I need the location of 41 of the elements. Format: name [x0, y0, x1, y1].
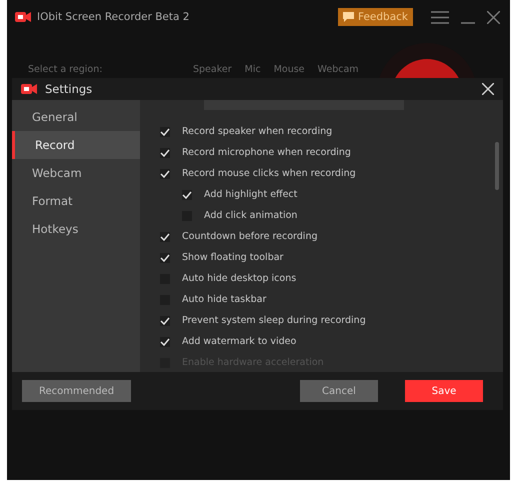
option-label: Add watermark to video [182, 336, 296, 347]
camera-icon [21, 83, 37, 95]
sidebar-item[interactable]: General [9, 103, 140, 131]
option-label: Countdown before recording [182, 231, 318, 242]
option-label: Record mouse clicks when recording [182, 168, 356, 179]
dialog-button[interactable]: Recommended [22, 380, 131, 402]
path-field[interactable] [204, 100, 404, 110]
checkbox[interactable] [160, 148, 170, 158]
scrollbar[interactable] [495, 142, 499, 190]
option-label: Prevent system sleep during recording [182, 315, 366, 326]
checkbox[interactable] [160, 252, 170, 262]
checkbox[interactable] [160, 232, 170, 242]
source-label: Webcam [318, 64, 359, 75]
option-label: Add click animation [204, 210, 298, 221]
menu-icon[interactable] [431, 10, 449, 24]
option-label: Show floating toolbar [182, 252, 284, 263]
sidebar-item[interactable]: Hotkeys [9, 215, 140, 243]
option-label: Record speaker when recording [182, 126, 332, 137]
sidebar-item[interactable]: Record [12, 131, 140, 159]
checkbox[interactable] [160, 316, 170, 326]
checkbox[interactable] [160, 126, 170, 136]
camera-icon [15, 11, 31, 23]
source-label: Mouse [274, 64, 305, 75]
checkbox[interactable] [160, 336, 170, 346]
checkbox[interactable] [182, 190, 192, 200]
app-title: IObit Screen Recorder Beta 2 [37, 11, 190, 23]
chat-icon [342, 12, 354, 22]
checkbox[interactable] [160, 168, 170, 178]
source-label: Speaker [193, 64, 232, 75]
sidebar-item[interactable]: Format [9, 187, 140, 215]
option-label: Add highlight effect [204, 189, 298, 200]
close-icon[interactable] [482, 83, 494, 95]
option-label: Record microphone when recording [182, 147, 351, 158]
dialog-title: Settings [45, 82, 94, 96]
option-label: Auto hide desktop icons [182, 273, 296, 284]
dialog-button[interactable]: Cancel [300, 380, 378, 402]
region-label: Select a region: [28, 64, 104, 75]
dialog-button[interactable]: Save [405, 380, 483, 402]
option-label: Auto hide taskbar [182, 294, 266, 305]
sidebar-item[interactable]: Webcam [9, 159, 140, 187]
source-label: Mic [244, 64, 261, 75]
